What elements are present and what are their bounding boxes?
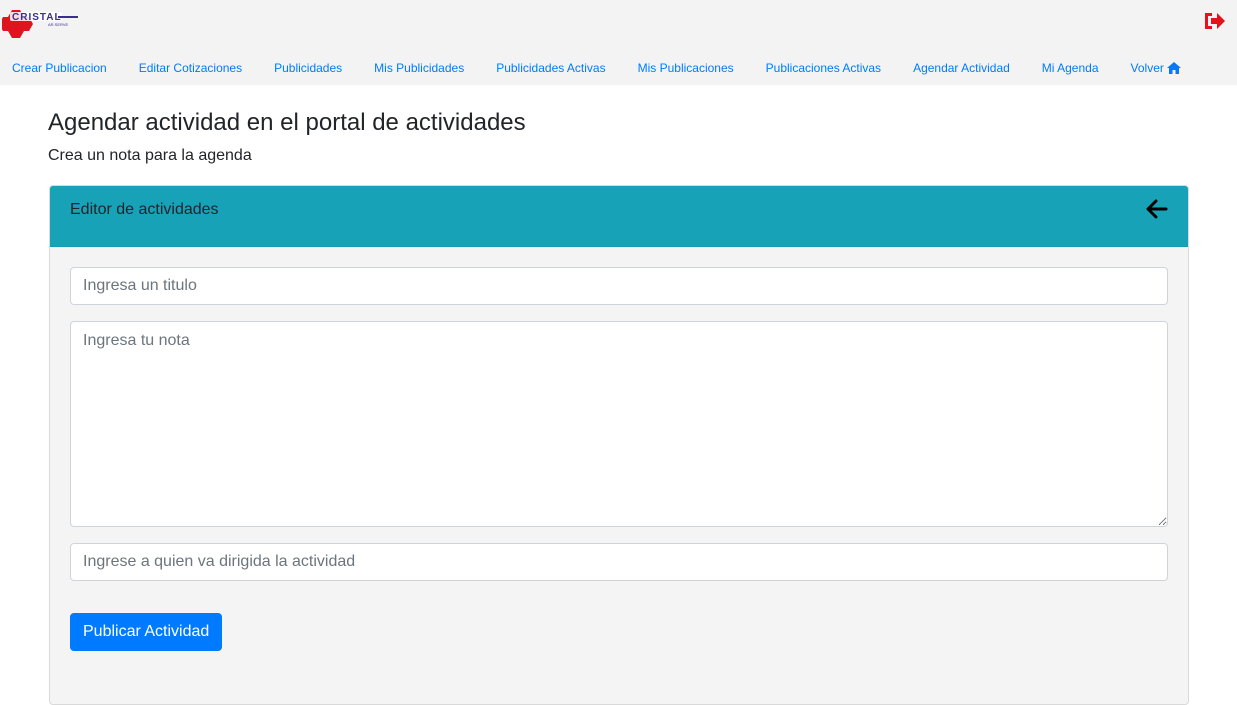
logo-subtext: AR.SERVE [48, 22, 68, 27]
nav-publicidades-activas[interactable]: Publicidades Activas [480, 55, 621, 81]
nav-agendar-actividad[interactable]: Agendar Actividad [897, 55, 1026, 81]
nav-mis-publicidades[interactable]: Mis Publicidades [358, 55, 480, 81]
page-subtitle: Crea un nota para la agenda [48, 147, 252, 164]
page-title: Agendar actividad en el portal de activi… [48, 109, 526, 136]
nav-mi-agenda[interactable]: Mi Agenda [1026, 55, 1115, 81]
recipient-input[interactable] [70, 543, 1168, 581]
sign-out-icon[interactable] [1203, 11, 1225, 31]
note-textarea[interactable] [70, 321, 1168, 527]
home-icon [1166, 62, 1181, 74]
card-header: Editor de actividades [50, 186, 1188, 247]
nav-mis-publicaciones[interactable]: Mis Publicaciones [622, 55, 750, 81]
nav-crear-publicacion[interactable]: Crear Publicacion [0, 55, 123, 81]
cristal-logo[interactable]: CRISTAL AR.SERVE [2, 4, 82, 40]
nav-editar-cotizaciones[interactable]: Editar Cotizaciones [123, 55, 258, 81]
arrow-left-icon[interactable] [1146, 199, 1168, 219]
main-nav: Crear Publicacion Editar Cotizaciones Pu… [0, 55, 1197, 81]
nav-publicaciones-activas[interactable]: Publicaciones Activas [750, 55, 897, 81]
title-input[interactable] [70, 267, 1168, 305]
nav-volver[interactable]: Volver [1115, 55, 1197, 81]
card-title: Editor de actividades [70, 201, 219, 218]
nav-publicidades[interactable]: Publicidades [258, 55, 358, 81]
activity-editor-card: Editor de actividades Publicar Actividad [49, 185, 1189, 705]
publish-activity-button[interactable]: Publicar Actividad [70, 613, 223, 651]
nav-volver-label: Volver [1130, 61, 1164, 75]
top-navbar: CRISTAL AR.SERVE Crear Publicacion Edita… [0, 0, 1237, 85]
